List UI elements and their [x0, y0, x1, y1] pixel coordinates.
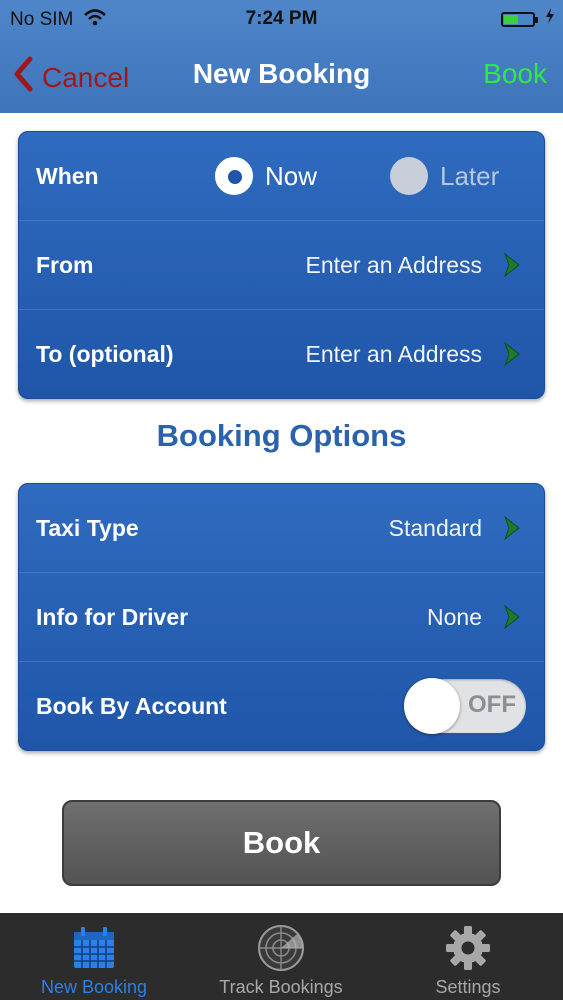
- radio-selected-icon: [215, 157, 253, 195]
- now-label: Now: [265, 160, 318, 191]
- when-row: When Now Later: [19, 132, 544, 221]
- toggle-state-label: OFF: [468, 691, 516, 718]
- info-driver-value: None: [427, 603, 482, 630]
- tab-label: Settings: [435, 977, 501, 997]
- gear-icon: [445, 923, 491, 973]
- section-title: Booking Options: [156, 418, 407, 453]
- to-value: Enter an Address: [305, 340, 482, 367]
- status-time: 7:24 PM: [245, 8, 318, 29]
- tab-label: New Booking: [40, 977, 148, 997]
- battery-icon: [501, 11, 538, 27]
- nav-bar: Cancel New Booking Book: [0, 38, 563, 113]
- tab-settings[interactable]: Settings: [420, 913, 516, 1000]
- taxi-type-value: Standard: [388, 514, 482, 541]
- book-by-account-row: Book By Account OFF: [19, 662, 544, 750]
- tab-label: Track Bookings: [219, 977, 343, 997]
- status-bar: No SIM 7:24 PM: [0, 0, 563, 38]
- book-by-account-toggle[interactable]: OFF: [404, 678, 526, 734]
- options-card: Taxi Type Standard Info for Driver None …: [18, 483, 545, 751]
- tab-track-bookings[interactable]: Track Bookings: [208, 913, 354, 1000]
- trip-card: When Now Later From Enter an Address To …: [18, 131, 545, 399]
- to-label: To (optional): [36, 340, 174, 367]
- radio-unselected-icon: [390, 157, 428, 195]
- info-driver-row[interactable]: Info for Driver None: [19, 573, 544, 662]
- radar-icon: [257, 923, 305, 973]
- header-area: No SIM 7:24 PM Cancel New Booking Book: [0, 0, 563, 113]
- chevron-right-icon: [502, 252, 522, 278]
- tab-new-booking[interactable]: New Booking: [28, 913, 160, 1000]
- taxi-type-row[interactable]: Taxi Type Standard: [19, 484, 544, 573]
- tab-bar: New Booking Track Bookings Settings: [0, 913, 563, 1000]
- chevron-right-icon: [502, 341, 522, 367]
- charging-icon: [545, 8, 555, 30]
- calendar-icon: [72, 923, 116, 973]
- from-label: From: [36, 251, 94, 278]
- to-row[interactable]: To (optional) Enter an Address: [19, 310, 544, 398]
- when-label: When: [36, 162, 99, 189]
- book-by-account-label: Book By Account: [36, 692, 227, 719]
- toggle-knob: [404, 678, 460, 734]
- book-button[interactable]: Book: [62, 800, 501, 886]
- info-driver-label: Info for Driver: [36, 603, 189, 630]
- now-radio[interactable]: Now: [215, 157, 317, 195]
- battery-fill: [504, 14, 518, 24]
- from-row[interactable]: From Enter an Address: [19, 221, 544, 310]
- book-nav-button[interactable]: Book: [483, 58, 547, 90]
- page-title: New Booking: [192, 58, 371, 89]
- status-right: [501, 8, 555, 30]
- taxi-type-label: Taxi Type: [36, 514, 139, 541]
- later-radio[interactable]: Later: [390, 157, 499, 195]
- chevron-right-icon: [502, 604, 522, 630]
- chevron-right-icon: [502, 515, 522, 541]
- from-value: Enter an Address: [305, 251, 482, 278]
- later-label: Later: [440, 160, 500, 191]
